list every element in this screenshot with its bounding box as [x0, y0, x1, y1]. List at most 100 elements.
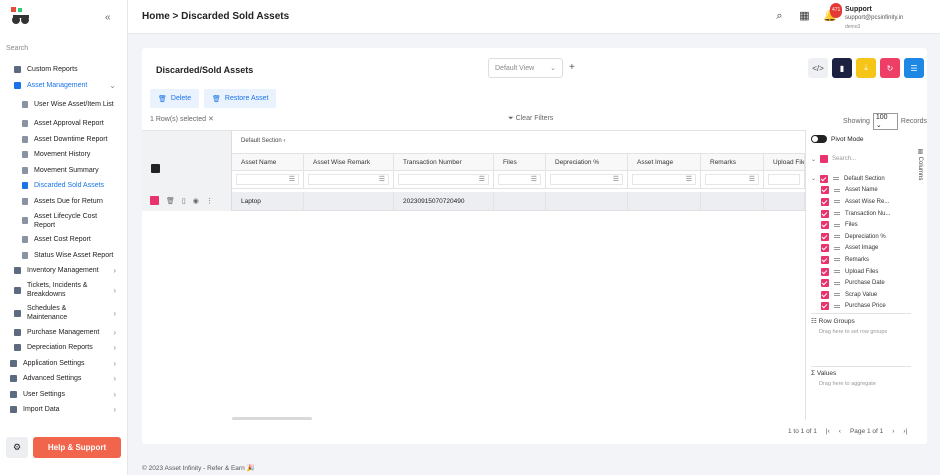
sidebar-item-inventory[interactable]: Inventory Management › — [0, 263, 128, 279]
row-checkbox[interactable] — [150, 196, 159, 205]
column-header[interactable]: Asset Image — [628, 154, 701, 170]
sidebar-item-movement-summary[interactable]: Movement Summary — [0, 163, 128, 179]
select-all-checkbox[interactable] — [151, 164, 160, 173]
checkbox-icon[interactable] — [820, 174, 829, 183]
column-filter[interactable]: ☰ — [394, 171, 494, 188]
drag-handle-icon[interactable] — [834, 246, 840, 250]
drag-handle-icon[interactable] — [834, 304, 840, 308]
bell-icon[interactable]: 🔔 471 — [823, 3, 843, 23]
sidebar-item-user-settings[interactable]: User Settings › — [0, 387, 128, 403]
drag-handle-icon[interactable] — [834, 200, 840, 204]
table-row[interactable]: Laptop 20230915070720490 — [232, 192, 805, 211]
drag-handle-icon[interactable] — [834, 258, 840, 262]
user-info[interactable]: Support support@pcsinfinity.in demo3 — [845, 5, 903, 32]
checkbox-icon[interactable] — [821, 290, 829, 299]
column-item[interactable]: Depreciation % — [811, 231, 911, 243]
sidebar-item-user-wise-asset[interactable]: User Wise Asset/Item List — [0, 93, 128, 116]
checkbox-icon[interactable] — [821, 209, 829, 218]
column-item[interactable]: Files — [811, 219, 911, 231]
first-page-icon[interactable]: |‹ — [826, 428, 830, 435]
sidebar-item-asset-approval[interactable]: Asset Approval Report — [0, 116, 128, 132]
checkbox-icon[interactable] — [821, 279, 829, 288]
column-filter[interactable]: ☰ — [628, 171, 701, 188]
delete-button[interactable]: 🗑 Delete — [150, 89, 200, 108]
sidebar-item-app-settings[interactable]: Application Settings › — [0, 356, 128, 372]
column-filter[interactable]: ☰ — [232, 171, 304, 188]
column-item[interactable]: Asset Name — [811, 185, 911, 197]
help-support-button[interactable]: Help & Support — [33, 437, 121, 458]
restore-asset-button[interactable]: 🗑 Restore Asset — [204, 89, 277, 108]
clear-filters-button[interactable]: ⏷ Clear Filters — [508, 115, 553, 123]
column-item[interactable]: Purchase Price — [811, 301, 911, 313]
row-groups-zone[interactable]: ☷ Row Groups Drag here to set row groups — [811, 313, 911, 335]
column-header[interactable]: Asset Name — [232, 154, 304, 170]
columns-side-tab[interactable]: ▥ Columns — [917, 148, 924, 180]
column-header[interactable]: Depreciation % — [546, 154, 628, 170]
checkbox-icon[interactable] — [821, 221, 829, 230]
column-filter[interactable]: ☰ — [701, 171, 764, 188]
checkbox-icon[interactable] — [821, 255, 829, 264]
pivot-mode-toggle[interactable]: Pivot Mode — [811, 135, 864, 143]
chevron-left-icon[interactable]: ‹ — [283, 138, 285, 144]
column-header[interactable]: Asset Wise Remark — [304, 154, 394, 170]
sidebar-search[interactable]: Search — [6, 45, 28, 52]
sidebar-item-status-wise[interactable]: Status Wise Asset Report — [0, 248, 128, 264]
sidebar-item-lifecycle-cost[interactable]: Asset Lifecycle Cost Report — [0, 209, 128, 232]
columns-button[interactable]: ☰ — [904, 58, 924, 78]
sidebar-item-assets-due[interactable]: Assets Due for Return — [0, 194, 128, 210]
sidebar-item-import-data[interactable]: Import Data › — [0, 402, 128, 418]
checkbox-icon[interactable] — [821, 186, 829, 195]
column-item[interactable]: Purchase Date — [811, 277, 911, 289]
column-header[interactable]: Upload File — [764, 154, 805, 170]
document-icon[interactable]: ▯ — [182, 197, 186, 205]
checkbox-icon[interactable] — [821, 197, 829, 206]
view-select[interactable]: Default View ⌄ — [488, 58, 563, 78]
checkbox-icon[interactable] — [821, 302, 829, 311]
drag-handle-icon[interactable] — [834, 281, 840, 285]
checkbox-icon[interactable] — [821, 267, 829, 276]
sidebar-item-advanced-settings[interactable]: Advanced Settings › — [0, 371, 128, 387]
column-filter[interactable]: ☰ — [546, 171, 628, 188]
values-zone[interactable]: Σ Values Drag here to aggregate — [811, 366, 911, 387]
refresh-button[interactable]: ↻ — [880, 58, 900, 78]
settings-gear-button[interactable]: ⚙ — [6, 437, 28, 458]
trash-icon[interactable]: 🗑 — [166, 197, 175, 205]
column-header[interactable]: Remarks — [701, 154, 764, 170]
column-item[interactable]: Upload Files — [811, 266, 911, 278]
sidebar-item-schedules[interactable]: Schedules & Maintenance › — [0, 302, 128, 325]
column-header[interactable]: Files — [494, 154, 546, 170]
search-icon[interactable]: ⌕ — [773, 10, 786, 23]
barcode-scan-icon[interactable]: ▦ — [798, 10, 811, 23]
select-all-columns-checkbox[interactable] — [820, 155, 829, 163]
toggle-switch[interactable] — [811, 135, 827, 143]
download-button[interactable]: ⤓ — [856, 58, 876, 78]
sidebar-item-asset-downtime[interactable]: Asset Downtime Report — [0, 132, 128, 148]
collapse-sidebar-icon[interactable]: « — [105, 12, 111, 23]
column-search[interactable]: ⌄ Search... — [811, 153, 911, 165]
next-page-icon[interactable]: › — [892, 428, 894, 435]
document-button[interactable]: ▮ — [832, 58, 852, 78]
sidebar-item-asset-cost[interactable]: Asset Cost Report — [0, 232, 128, 248]
sidebar-item-asset-management[interactable]: Asset Management ⌄ — [0, 78, 128, 94]
last-page-icon[interactable]: ›| — [903, 428, 907, 435]
sidebar-item-discarded-sold[interactable]: Discarded Sold Assets — [0, 178, 128, 194]
column-item[interactable]: Transaction Nu... — [811, 208, 911, 220]
drag-handle-icon[interactable] — [834, 235, 840, 239]
column-filter[interactable] — [764, 171, 805, 188]
add-view-button[interactable]: + — [569, 62, 575, 73]
column-item[interactable]: ⌄ Default Section — [811, 173, 911, 185]
close-icon[interactable]: ✕ — [208, 116, 214, 123]
drag-handle-icon[interactable] — [834, 293, 840, 297]
sidebar-item-depreciation[interactable]: Depreciation Reports › — [0, 340, 128, 356]
column-filter[interactable]: ☰ — [304, 171, 394, 188]
code-view-button[interactable]: </> — [808, 58, 828, 78]
sidebar-item-purchase[interactable]: Purchase Management › — [0, 325, 128, 341]
sidebar-item-movement-history[interactable]: Movement History — [0, 147, 128, 163]
drag-handle-icon[interactable] — [834, 212, 840, 216]
horizontal-scrollbar[interactable] — [232, 417, 312, 420]
more-icon[interactable]: ⋮ — [206, 197, 213, 205]
sidebar-item-tickets[interactable]: Tickets, Incidents & Breakdowns › — [0, 279, 128, 302]
column-item[interactable]: Scrap Value — [811, 289, 911, 301]
page-size-select[interactable]: 100 ⌄ — [872, 113, 898, 130]
checkbox-icon[interactable] — [821, 232, 829, 241]
